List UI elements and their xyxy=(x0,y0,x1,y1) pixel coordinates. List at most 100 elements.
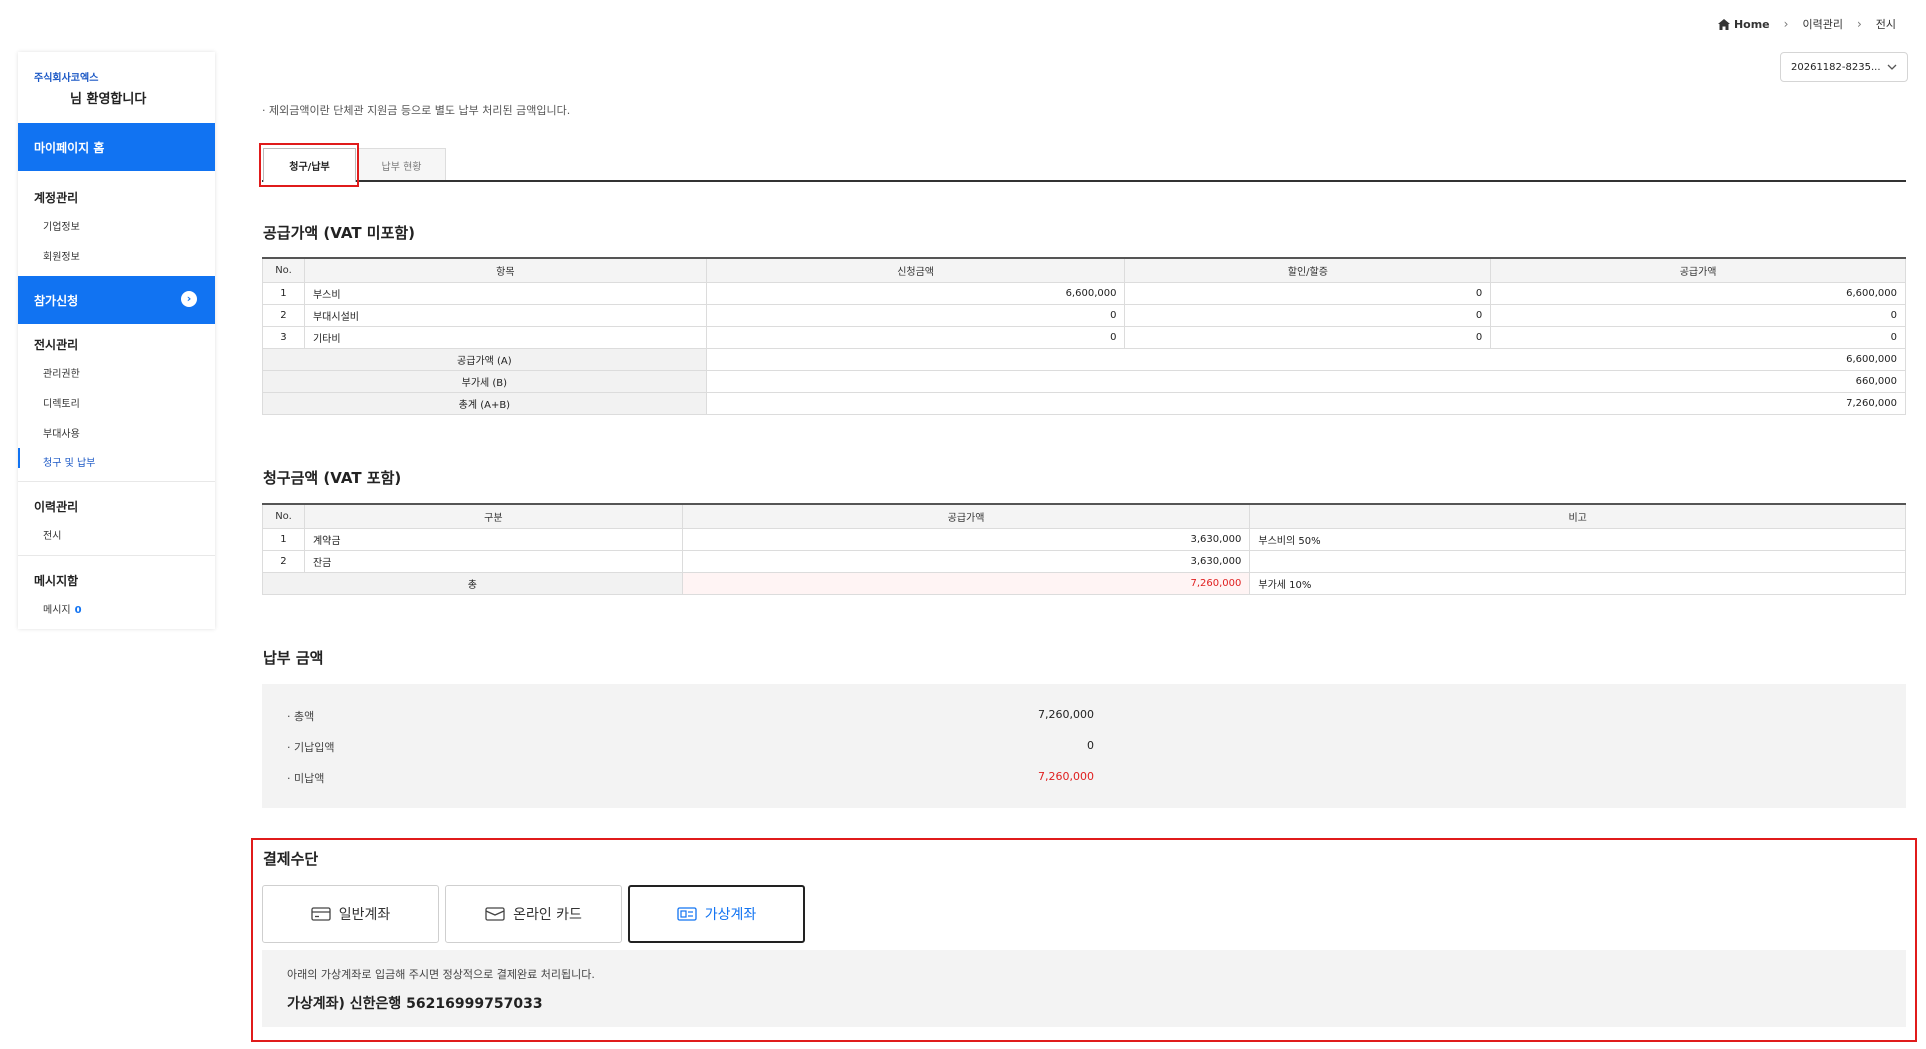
sidebar-item-history-exhibit[interactable]: 전시 xyxy=(43,527,61,542)
column-header: No. xyxy=(262,503,305,529)
total-label: 총 xyxy=(262,571,683,595)
sidebar-item-member-info[interactable]: 회원정보 xyxy=(43,248,80,263)
exhibition-select[interactable]: 20261182-8235... xyxy=(1780,52,1908,82)
table-cell: 3 xyxy=(262,325,305,349)
tab-highlight-box xyxy=(259,143,359,187)
table-row: 3 기타비 0 0 0 xyxy=(262,325,1906,349)
column-header: No. xyxy=(262,257,305,283)
payment-option-label: 온라인 카드 xyxy=(513,907,582,923)
credit-card-icon xyxy=(311,907,331,921)
table-cell: 부스비 xyxy=(303,281,707,305)
breadcrumb-home-label: Home xyxy=(1733,17,1770,31)
summary-row: 공급가액 (A) 6,600,000 xyxy=(262,347,1907,371)
company-name: 주식회사코엑스 xyxy=(34,73,99,84)
message-count-badge: 0 xyxy=(74,605,82,616)
summary-label: 공급가액 (A) xyxy=(262,347,707,371)
payment-section-title: 납부 금액 xyxy=(263,649,324,667)
payment-value: 7,260,000 xyxy=(1038,708,1094,721)
column-header: 할인/할증 xyxy=(1124,257,1492,283)
billing-table: No. 구분 공급가액 비고 1 계약금 3,630,000 부스비의 50% … xyxy=(262,503,1906,595)
virtual-account-description: 아래의 가상계좌로 입금해 주시면 정상적으로 결제완료 처리됩니다. xyxy=(287,968,595,981)
table-cell: 3,630,000 xyxy=(681,527,1251,551)
payment-option-bank-account[interactable]: 일반계좌 xyxy=(262,885,439,943)
column-header: 공급가액 xyxy=(681,503,1251,529)
sidebar-item-directory[interactable]: 디렉토리 xyxy=(43,395,80,410)
sidebar: 주식회사코엑스 님 환영합니다 마이페이지 홈 계정관리 기업정보 회원정보 참… xyxy=(18,52,215,629)
payment-option-label: 가상계좌 xyxy=(704,907,757,923)
breadcrumb-level1[interactable]: 이력관리 xyxy=(1802,16,1842,32)
table-cell: 3,630,000 xyxy=(681,549,1251,573)
billing-section-title: 청구금액 (VAT 포함) xyxy=(263,469,402,487)
virtual-account-number: 가상계좌) 신한은행 56216999757033 xyxy=(287,996,543,1012)
virtual-account-icon xyxy=(677,907,697,921)
wallet-icon xyxy=(485,907,505,921)
tab-payment-status[interactable]: 납부 현황 xyxy=(357,148,446,182)
table-cell: 부스비의 50% xyxy=(1249,527,1906,551)
supply-section-title: 공급가액 (VAT 미포함) xyxy=(263,224,416,242)
table-header-row: No. 항목 신청금액 할인/할증 공급가액 xyxy=(262,257,1906,283)
table-cell: 0 xyxy=(705,303,1126,327)
breadcrumb-level2[interactable]: 전시 xyxy=(1876,16,1896,32)
breadcrumb: Home › 이력관리 › 전시 xyxy=(1717,16,1896,32)
payment-summary-box: · 총액 7,260,000 · 기납입액 0 · 미납액 7,260,000 xyxy=(262,684,1906,808)
home-icon xyxy=(1717,18,1730,30)
table-cell: 계약금 xyxy=(303,527,683,551)
sidebar-heading-history: 이력관리 xyxy=(34,500,79,514)
sidebar-item-label: 참가신청 xyxy=(34,293,79,308)
table-row: 2 부대시설비 0 0 0 xyxy=(262,303,1906,327)
summary-value: 6,600,000 xyxy=(705,347,1907,371)
sidebar-item-facility[interactable]: 부대사용 xyxy=(43,425,80,440)
payment-label: · 총액 xyxy=(287,710,315,723)
sidebar-item-message[interactable]: 메시지 0 xyxy=(43,601,82,616)
chevron-right-icon: › xyxy=(1783,17,1789,31)
column-header: 구분 xyxy=(303,503,683,529)
sidebar-heading-exhibit: 전시관리 xyxy=(34,338,79,352)
exhibition-select-value: 20261182-8235... xyxy=(1791,61,1881,73)
payment-row-total: · 총액 7,260,000 xyxy=(287,708,1094,724)
welcome-text: 님 환영합니다 xyxy=(70,92,147,107)
sidebar-heading-account: 계정관리 xyxy=(34,191,79,205)
table-cell: 0 xyxy=(705,325,1126,349)
table-cell: 기타비 xyxy=(303,325,707,349)
summary-value: 660,000 xyxy=(705,369,1907,393)
table-cell: 0 xyxy=(1124,303,1492,327)
payment-option-virtual-account[interactable]: 가상계좌 xyxy=(628,885,805,943)
payment-option-label: 일반계좌 xyxy=(338,907,391,923)
table-cell: 0 xyxy=(1124,325,1492,349)
table-header-row: No. 구분 공급가액 비고 xyxy=(262,503,1906,529)
summary-label: 부가세 (B) xyxy=(262,369,707,393)
sidebar-item-apply[interactable]: 참가신청 › xyxy=(18,276,215,324)
summary-value: 7,260,000 xyxy=(705,391,1907,415)
sidebar-item-mypage-home[interactable]: 마이페이지 홈 xyxy=(18,123,215,171)
sidebar-item-company-info[interactable]: 기업정보 xyxy=(43,218,80,233)
table-cell: 잔금 xyxy=(303,549,683,573)
sidebar-divider xyxy=(18,555,215,556)
sidebar-item-label: 마이페이지 홈 xyxy=(34,140,105,155)
table-row: 1 부스비 6,600,000 0 6,600,000 xyxy=(262,281,1906,305)
total-value: 7,260,000 xyxy=(681,571,1251,595)
breadcrumb-home[interactable]: Home xyxy=(1717,17,1770,31)
column-header: 비고 xyxy=(1249,503,1906,529)
column-header: 항목 xyxy=(303,257,707,283)
payment-row-unpaid: · 미납액 7,260,000 xyxy=(287,770,1094,786)
sidebar-item-permissions[interactable]: 관리권한 xyxy=(43,365,80,380)
notice-text: · 제외금액이란 단체관 지원금 등으로 별도 납부 처리된 금액입니다. xyxy=(262,104,571,117)
tab-underline xyxy=(262,180,1906,182)
payment-label: · 기납입액 xyxy=(287,741,335,754)
payment-option-online-card[interactable]: 온라인 카드 xyxy=(445,885,622,943)
table-cell: 0 xyxy=(1490,325,1906,349)
payment-value: 7,260,000 xyxy=(1038,770,1094,783)
sidebar-divider xyxy=(18,481,215,482)
payment-label: · 미납액 xyxy=(287,772,325,785)
summary-row: 부가세 (B) 660,000 xyxy=(262,369,1907,393)
chevron-down-icon xyxy=(1887,64,1897,70)
active-indicator xyxy=(18,448,20,468)
table-cell: 6,600,000 xyxy=(705,281,1126,305)
table-row: 1 계약금 3,630,000 부스비의 50% xyxy=(262,527,1906,551)
sidebar-item-label: 메시지 xyxy=(43,605,71,616)
arrow-right-circle-icon: › xyxy=(181,291,197,307)
table-row: 2 잔금 3,630,000 xyxy=(262,549,1906,573)
total-note: 부가세 10% xyxy=(1249,571,1906,595)
sidebar-item-billing[interactable]: 청구 및 납부 xyxy=(43,454,95,469)
total-row: 총 7,260,000 부가세 10% xyxy=(262,571,1906,595)
